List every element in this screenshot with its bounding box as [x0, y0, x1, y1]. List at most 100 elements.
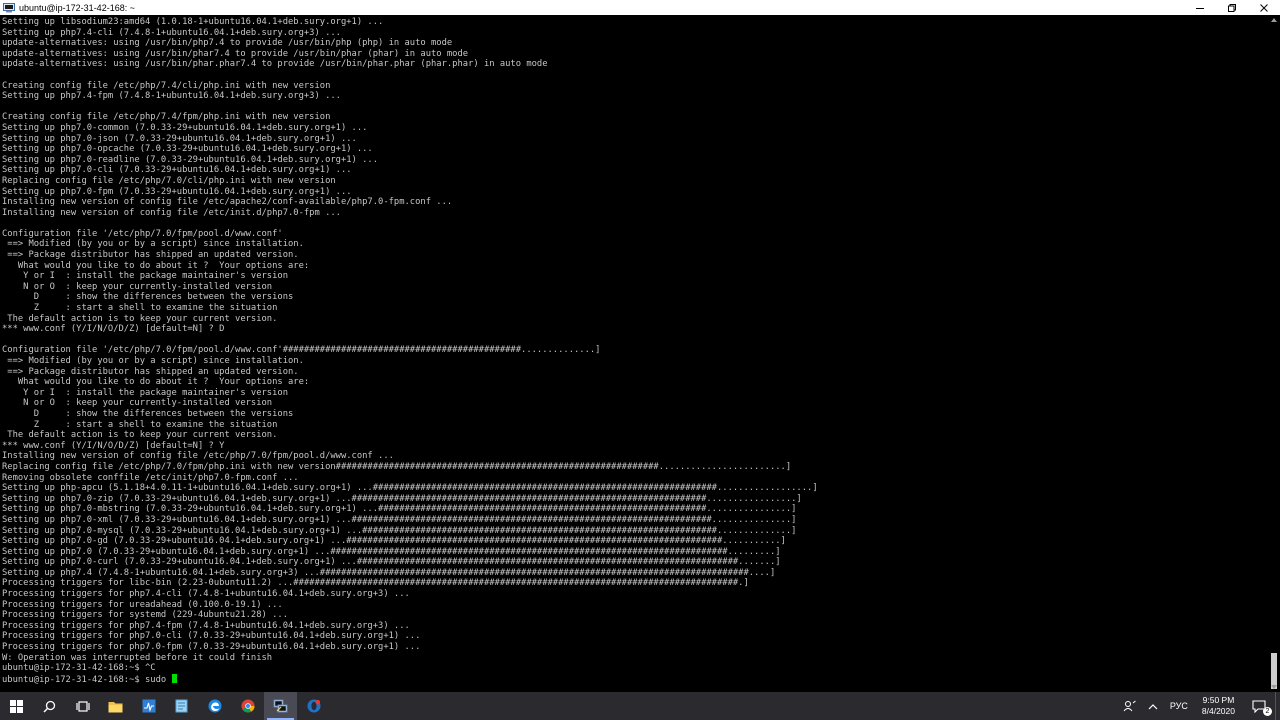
terminal-output[interactable]: Setting up libsodium23:amd64 (1.0.18-1+u…: [0, 15, 1268, 692]
terminal-line: Setting up php7.0-fpm (7.0.33-29+ubuntu1…: [2, 186, 352, 197]
taskbar: РУС 9:50 PM 8/4/2020 2: [0, 692, 1280, 720]
task-manager-taskbar-button[interactable]: [132, 692, 165, 720]
terminal-line: Setting up php7.0-curl (7.0.33-29+ubuntu…: [2, 557, 781, 568]
close-icon: [1260, 3, 1268, 12]
terminal-line: ==> Package distributor has shipped an u…: [2, 250, 299, 261]
terminal-lines: Setting up libsodium23:amd64 (1.0.18-1+u…: [0, 15, 1268, 685]
terminal-line: N or O : keep your currently-installed v…: [2, 398, 273, 409]
search-button[interactable]: [33, 692, 66, 720]
chrome-browser-taskbar-button[interactable]: [231, 692, 264, 720]
terminal-prompt-line[interactable]: ubuntu@ip-172-31-42-168:~$ sudo: [2, 673, 1268, 685]
terminal-line: Y or I : install the package maintainer'…: [2, 271, 288, 282]
terminal-line: Processing triggers for libc-bin (2.23-0…: [2, 578, 749, 589]
terminal-line: Setting up libsodium23:amd64 (1.0.18-1+u…: [2, 17, 384, 27]
minimize-button[interactable]: [1184, 0, 1216, 15]
file-explorer-taskbar-button[interactable]: [99, 692, 132, 720]
terminal-line: Z : start a shell to examine the situati…: [2, 419, 278, 430]
terminal-line: Setting up php7.0-zip (7.0.33-29+ubuntu1…: [2, 493, 802, 504]
chevron-up-icon: [1148, 703, 1158, 709]
putty-app-icon: [3, 2, 15, 12]
terminal-line: Setting up php7.0-readline (7.0.33-29+ub…: [2, 154, 379, 165]
terminal-line: Configuration file '/etc/php/7.0/fpm/poo…: [2, 345, 601, 356]
show-desktop-button[interactable]: [1275, 692, 1280, 720]
file-explorer-icon: [108, 700, 123, 713]
terminal-line: Setting up php7.0-xml (7.0.33-29+ubuntu1…: [2, 514, 797, 525]
terminal-line: Setting up php7.0-json (7.0.33-29+ubuntu…: [2, 133, 357, 144]
people-button[interactable]: [1117, 692, 1142, 720]
people-icon: [1123, 700, 1136, 712]
window-titlebar[interactable]: ubuntu@ip-172-31-42-168: ~: [0, 0, 1280, 16]
clock-time: 9:50 PM: [1202, 695, 1235, 705]
terminal-line: *** www.conf (Y/I/N/O/D/Z) [default=N] ?…: [2, 324, 225, 335]
terminal-line: ==> Modified (by you or by a script) sin…: [2, 356, 304, 366]
terminal-line: update-alternatives: using /usr/bin/php7…: [2, 38, 453, 49]
start-button[interactable]: [0, 692, 33, 720]
terminal-line: Processing triggers for ureadahead (0.10…: [2, 599, 283, 610]
terminal-line: D : show the differences between the ver…: [2, 292, 294, 303]
terminal-line: ==> Package distributor has shipped an u…: [2, 366, 299, 377]
windows-logo-icon: [10, 699, 23, 713]
terminal-line: Z : start a shell to examine the situati…: [2, 303, 278, 314]
terminal-line: Setting up php-apcu (5.1.18+4.0.11-1+ubu…: [2, 483, 818, 494]
terminal-line: The default action is to keep your curre…: [2, 313, 278, 324]
putty-icon: [273, 699, 288, 713]
notepad-taskbar-button[interactable]: [165, 692, 198, 720]
task-view-icon: [75, 700, 90, 712]
minimize-icon: [1196, 7, 1204, 9]
terminal-line: Creating config file /etc/php/7.4/cli/ph…: [2, 80, 331, 91]
edge-browser-taskbar-button[interactable]: [198, 692, 231, 720]
terminal-line: N or O : keep your currently-installed v…: [2, 281, 273, 292]
opera-browser-taskbar-button[interactable]: [297, 692, 330, 720]
search-icon: [43, 700, 56, 713]
close-button[interactable]: [1248, 0, 1280, 15]
input-language-indicator[interactable]: РУС: [1164, 692, 1194, 720]
show-hidden-icons-button[interactable]: [1142, 692, 1164, 720]
terminal-line: update-alternatives: using /usr/bin/phar…: [2, 59, 548, 70]
scroll-up-icon[interactable]: [1270, 17, 1278, 23]
terminal-line: ubuntu@ip-172-31-42-168:~$ ^C: [2, 663, 156, 674]
terminal-line: Removing obsolete conffile /etc/init/php…: [2, 472, 299, 483]
terminal-line: Installing new version of config file /e…: [2, 197, 453, 208]
terminal-scrollbar[interactable]: [1268, 15, 1280, 692]
terminal-line: Setting up php7.4 (7.4.8-1+ubuntu16.04.1…: [2, 567, 776, 578]
clock[interactable]: 9:50 PM 8/4/2020: [1194, 695, 1243, 717]
terminal-line: What would you like to do about it ? You…: [2, 260, 310, 271]
terminal-line: Setting up php7.4-cli (7.4.8-1+ubuntu16.…: [2, 27, 341, 38]
terminal-prompt: ubuntu@ip-172-31-42-168:~$ sudo: [2, 674, 172, 685]
terminal-line: Installing new version of config file /e…: [2, 451, 394, 462]
terminal-line: Setting up php7.0-mysql (7.0.33-29+ubunt…: [2, 525, 797, 536]
edge-browser-icon: [208, 699, 222, 713]
terminal-line: What would you like to do about it ? You…: [2, 377, 310, 388]
taskbar-app-list: [99, 692, 330, 720]
terminal-line: Setting up php7.0 (7.0.33-29+ubuntu16.04…: [2, 546, 781, 557]
terminal-line: Installing new version of config file /e…: [2, 207, 341, 218]
terminal-line: Processing triggers for php7.4-cli (7.4.…: [2, 589, 410, 600]
terminal-line: Setting up php7.0-gd (7.0.33-29+ubuntu16…: [2, 536, 786, 547]
opera-browser-icon: [307, 699, 321, 713]
clock-date: 8/4/2020: [1201, 706, 1235, 716]
restore-button[interactable]: [1216, 0, 1248, 15]
terminal-line: Setting up php7.0-opcache (7.0.33-29+ubu…: [2, 144, 373, 155]
restore-icon: [1228, 3, 1236, 12]
terminal-line: Configuration file '/etc/php/7.0/fpm/poo…: [2, 228, 283, 239]
terminal-line: Creating config file /etc/php/7.4/fpm/ph…: [2, 112, 331, 123]
terminal-line: Processing triggers for php7.0-fpm (7.0.…: [2, 642, 421, 653]
task-view-button[interactable]: [66, 692, 99, 720]
terminal-cursor: [172, 673, 178, 683]
terminal-line: Processing triggers for php7.4-fpm (7.4.…: [2, 620, 410, 631]
terminal-line: The default action is to keep your curre…: [2, 430, 278, 441]
terminal-line: *** www.conf (Y/I/N/O/D/Z) [default=N] ?…: [2, 440, 225, 451]
action-center-button[interactable]: 2: [1243, 692, 1275, 720]
terminal-line: Setting up php7.0-common (7.0.33-29+ubun…: [2, 122, 368, 133]
terminal-line: Replacing config file /etc/php/7.0/fpm/p…: [2, 461, 792, 472]
terminal-line: update-alternatives: using /usr/bin/phar…: [2, 48, 469, 59]
scroll-down-icon[interactable]: [1270, 684, 1278, 690]
terminal-line: ==> Modified (by you or by a script) sin…: [2, 239, 304, 250]
putty-taskbar-button[interactable]: [264, 692, 297, 720]
terminal-line: Processing triggers for systemd (229-4ub…: [2, 610, 288, 621]
terminal-line: Setting up php7.4-fpm (7.4.8-1+ubuntu16.…: [2, 91, 341, 102]
chrome-browser-icon: [241, 699, 255, 713]
terminal-line: Y or I : install the package maintainer'…: [2, 387, 288, 398]
